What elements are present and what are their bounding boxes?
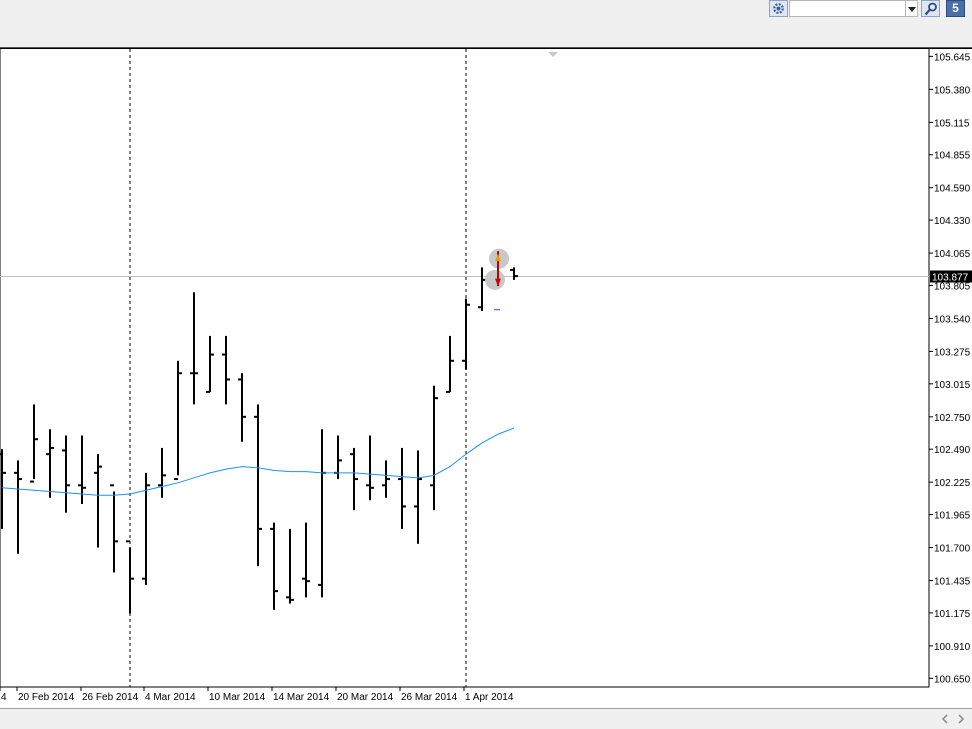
price-label: 102.750 [934, 413, 971, 424]
gear-button[interactable] [769, 0, 788, 17]
search-icon [924, 2, 937, 16]
scroll-right-icon[interactable] [956, 713, 966, 725]
price-label: 102.490 [934, 445, 971, 456]
price-chart[interactable]: 105.645 105.380 105.115 104.855 104.590 104.3… [0, 48, 972, 708]
price-scale [930, 49, 972, 688]
scroll-left-icon[interactable] [940, 713, 950, 725]
time-label: 20 Feb 2014 [18, 692, 75, 703]
gear-icon [773, 3, 784, 14]
price-label: 104.330 [934, 216, 971, 227]
price-chart-window[interactable]: 105.645 105.380 105.115 104.855 104.590 104.3… [0, 48, 972, 708]
price-label: 105.115 [934, 118, 970, 129]
current-price-label: 103.877 [932, 272, 969, 283]
price-label: 103.540 [934, 314, 971, 325]
plot-area[interactable] [0, 48, 930, 688]
notification-badge[interactable]: 5 [946, 0, 965, 17]
price-label: 101.700 [934, 544, 971, 555]
price-label: 105.380 [934, 85, 971, 96]
time-label: 4 [1, 692, 7, 703]
toolbar: 5 [0, 0, 972, 47]
price-label: 101.435 [934, 577, 971, 588]
price-label: 104.590 [934, 184, 971, 195]
price-label: 100.650 [934, 674, 971, 685]
trade-marker-circle[interactable] [485, 269, 505, 290]
chevron-down-icon [908, 7, 916, 12]
price-label: 104.065 [934, 249, 971, 260]
price-label: 101.175 [934, 609, 971, 620]
time-label: 1 Apr 2014 [465, 692, 514, 703]
chart-scrollbar[interactable] [0, 708, 972, 729]
price-label: 104.855 [934, 151, 971, 162]
price-label: 105.645 [934, 52, 971, 63]
price-label: 101.965 [934, 511, 971, 522]
time-label: 14 Mar 2014 [273, 692, 330, 703]
search-button[interactable] [921, 0, 940, 17]
price-label: 102.225 [934, 478, 971, 489]
price-label: 103.275 [934, 347, 971, 358]
price-label: 103.015 [934, 380, 971, 391]
symbol-search-input[interactable] [789, 0, 907, 17]
time-label: 10 Mar 2014 [209, 692, 266, 703]
time-label: 20 Mar 2014 [337, 692, 394, 703]
time-label: 26 Mar 2014 [401, 692, 458, 703]
search-dropdown-button[interactable] [905, 0, 918, 17]
time-label: 4 Mar 2014 [145, 692, 196, 703]
time-label: 26 Feb 2014 [82, 692, 139, 703]
price-label: 100.910 [934, 642, 971, 653]
